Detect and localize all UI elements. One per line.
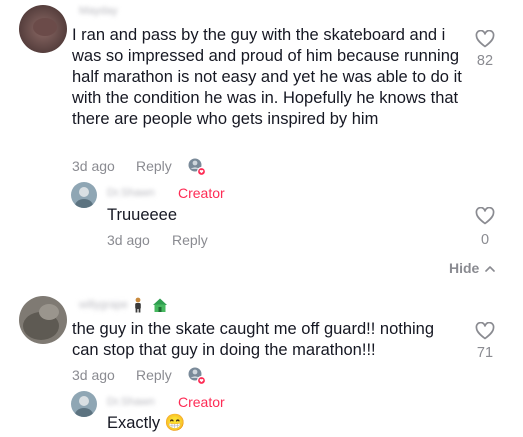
house-emoji-icon — [152, 297, 168, 313]
avatar[interactable] — [19, 5, 67, 53]
reply-text: Exactly 😁 — [107, 414, 186, 432]
hide-label: Hide — [449, 260, 480, 276]
comment-username-row: willygrape — [79, 297, 168, 313]
creator-liked-avatar-icon — [187, 366, 207, 386]
reply-time: 3d ago — [107, 232, 150, 248]
comment-text: the guy in the skate caught me off guard… — [72, 320, 435, 359]
comment-text: I ran and pass by the guy with the skate… — [72, 26, 462, 128]
reply-button[interactable]: Reply — [136, 158, 172, 174]
comment-time: 3d ago — [72, 158, 115, 174]
reply-username[interactable]: Dr.Shawn — [107, 395, 155, 409]
heart-outline-icon[interactable] — [475, 29, 495, 48]
chevron-up-icon — [485, 259, 496, 277]
creator-badge: Creator — [178, 394, 225, 410]
avatar-image — [71, 391, 97, 417]
like-count: 82 — [476, 53, 494, 69]
comment-username[interactable]: Mayday — [79, 4, 118, 18]
person-emoji-icon — [132, 297, 148, 313]
like-count: 71 — [476, 345, 494, 361]
avatar-image — [19, 5, 67, 53]
reply-button[interactable]: Reply — [172, 232, 208, 248]
heart-outline-icon[interactable] — [475, 206, 495, 225]
heart-outline-icon[interactable] — [475, 321, 495, 340]
hide-replies-button[interactable]: Hide — [449, 259, 496, 277]
reply-text: Truueeee — [107, 206, 178, 224]
comment-username[interactable]: willygrape — [79, 298, 128, 312]
avatar[interactable] — [19, 296, 67, 344]
creator-badge: Creator — [178, 185, 225, 201]
creator-liked-avatar-icon — [187, 157, 207, 177]
like-count: 0 — [480, 232, 490, 248]
avatar[interactable] — [71, 182, 97, 208]
reply-button[interactable]: Reply — [136, 367, 172, 383]
avatar-image — [19, 296, 67, 344]
reply-username[interactable]: Dr.Shawn — [107, 186, 155, 200]
comment-time: 3d ago — [72, 367, 115, 383]
avatar-image — [71, 182, 97, 208]
avatar[interactable] — [71, 391, 97, 417]
